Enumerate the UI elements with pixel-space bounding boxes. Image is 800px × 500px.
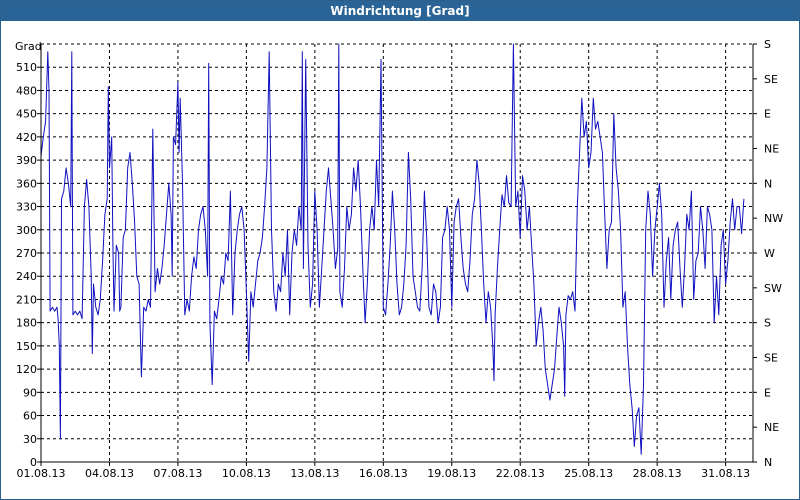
y-tick-label: 390 [16, 154, 37, 167]
x-tick-label: 28.08.13 [633, 467, 682, 480]
compass-tick-label: E [764, 386, 771, 399]
wind-direction-chart: 0306090120150180210240270300330360390420… [15, 38, 783, 480]
compass-tick-label: NW [764, 212, 783, 225]
compass-tick-label: NE [764, 421, 779, 434]
x-tick-label: 13.08.13 [290, 467, 339, 480]
y-tick-label: 60 [23, 410, 37, 423]
y-tick-label: 150 [16, 340, 37, 353]
compass-tick-label: NE [764, 143, 779, 156]
y-tick-label: 360 [16, 177, 37, 190]
y-tick-label: 330 [16, 201, 37, 214]
compass-tick-label: N [764, 456, 772, 469]
compass-tick-label: E [764, 108, 771, 121]
x-tick-label: 04.08.13 [85, 467, 134, 480]
y-tick-label: 30 [23, 433, 37, 446]
compass-tick-label: SW [764, 282, 782, 295]
compass-tick-label: W [764, 247, 775, 260]
y-tick-label: 90 [23, 386, 37, 399]
compass-tick-label: S [764, 38, 771, 51]
x-tick-label: 16.08.13 [359, 467, 408, 480]
y-tick-label: 420 [16, 131, 37, 144]
y-tick-label: 510 [16, 61, 37, 74]
y-axis-label: Grad [15, 40, 42, 53]
y-tick-label: 240 [16, 270, 37, 283]
y-tick-label: 120 [16, 363, 37, 376]
y-tick-label: 480 [16, 84, 37, 97]
chart-window: Windrichtung [Grad] 0 30 60 90 120 150 180 210 2… [0, 0, 800, 500]
x-tick-label: 01.08.13 [17, 467, 66, 480]
y-tick-label: 180 [16, 317, 37, 330]
y-tick-label: 300 [16, 224, 37, 237]
series-line [40, 43, 745, 455]
y-tick-label: 210 [16, 293, 37, 306]
x-tick-label: 22.08.13 [496, 467, 545, 480]
compass-tick-label: N [764, 177, 772, 190]
x-tick-label: 19.08.13 [427, 467, 476, 480]
x-tick-label: 31.08.13 [701, 467, 750, 480]
x-tick-label: 25.08.13 [564, 467, 613, 480]
x-tick-label: 10.08.13 [222, 467, 271, 480]
y-tick-label: 450 [16, 108, 37, 121]
chart-title: Windrichtung [Grad] [1, 1, 799, 21]
x-tick-label: 07.08.13 [153, 467, 202, 480]
compass-tick-label: S [764, 317, 771, 330]
compass-tick-label: SE [764, 73, 778, 86]
y-tick-label: 270 [16, 247, 37, 260]
compass-tick-label: SE [764, 352, 778, 365]
